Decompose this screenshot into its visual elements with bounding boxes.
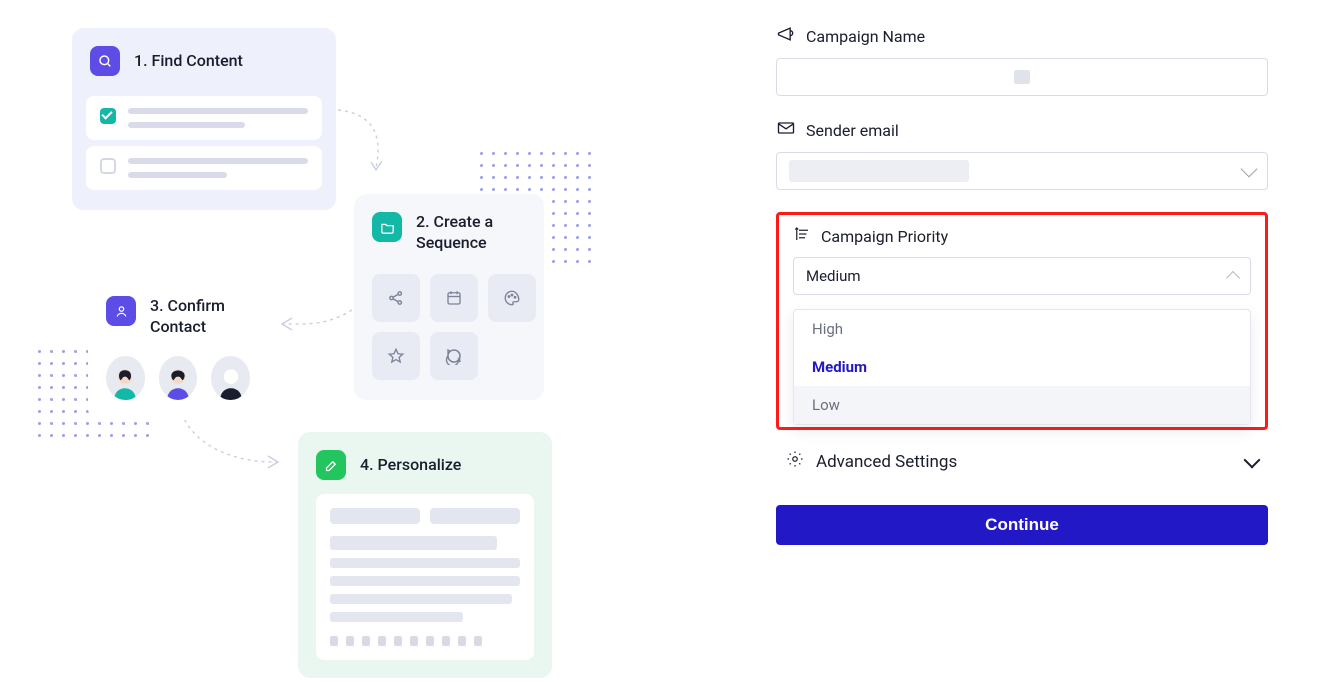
step-title: 1. Find Content (134, 51, 243, 72)
step-personalize: 4. Personalize (298, 432, 552, 678)
campaign-form: Campaign Name Sender email Campaign Prio… (776, 24, 1268, 545)
arrow (276, 306, 356, 346)
field-campaign-name: Campaign Name (776, 24, 1268, 96)
content-item (86, 96, 322, 140)
calendar-icon (430, 274, 478, 322)
chevron-down-icon (1244, 451, 1261, 468)
step-find-content: 1. Find Content (72, 28, 336, 210)
field-label-text: Sender email (806, 121, 899, 140)
priority-icon (793, 225, 811, 247)
edit-icon (316, 450, 346, 480)
envelope-icon (776, 118, 796, 142)
sender-email-select[interactable] (776, 152, 1268, 190)
advanced-settings-label: Advanced Settings (816, 452, 957, 472)
megaphone-icon (776, 24, 796, 48)
chevron-up-icon (1226, 271, 1240, 285)
blurred-value (789, 160, 969, 182)
share-icon (372, 274, 420, 322)
chat-icon (430, 332, 478, 380)
palette-icon (488, 274, 536, 322)
field-label-text: Campaign Name (806, 27, 925, 46)
advanced-settings-toggle[interactable]: Advanced Settings (776, 444, 1268, 479)
checkbox-on-icon (100, 108, 116, 124)
field-campaign-priority: Campaign Priority Medium High Medium Low (776, 212, 1268, 430)
step-title: 4. Personalize (360, 455, 461, 476)
step-confirm-contact: 3. Confirm Contact (88, 278, 268, 420)
step-create-sequence: 2. Create a Sequence (354, 194, 544, 400)
folder-icon (372, 212, 402, 242)
step-number: 3. (150, 296, 164, 315)
search-icon (90, 46, 120, 76)
field-label-text: Campaign Priority (821, 227, 948, 246)
priority-option-low[interactable]: Low (794, 386, 1250, 424)
priority-dropdown: High Medium Low (793, 309, 1251, 425)
step-number: 2. (416, 212, 430, 231)
priority-select[interactable]: Medium (793, 257, 1251, 295)
field-sender-email: Sender email (776, 118, 1268, 190)
star-icon (372, 332, 420, 380)
priority-selected-value: Medium (806, 267, 861, 285)
onboarding-illustration: 1. Find Content 2. Create a Sequence (0, 0, 630, 682)
priority-option-medium[interactable]: Medium (794, 348, 1250, 386)
checkbox-off-icon (100, 158, 116, 174)
avatar (106, 356, 145, 400)
document-preview (316, 494, 534, 660)
content-item (86, 146, 322, 190)
avatar (159, 356, 198, 400)
blurred-placeholder (1014, 70, 1030, 84)
arrow (336, 108, 416, 188)
gear-icon (786, 450, 804, 473)
priority-option-high[interactable]: High (794, 310, 1250, 348)
user-icon (106, 296, 136, 326)
chevron-down-icon (1241, 161, 1258, 178)
continue-button[interactable]: Continue (776, 505, 1268, 545)
avatar (211, 356, 250, 400)
campaign-name-input[interactable] (776, 58, 1268, 96)
